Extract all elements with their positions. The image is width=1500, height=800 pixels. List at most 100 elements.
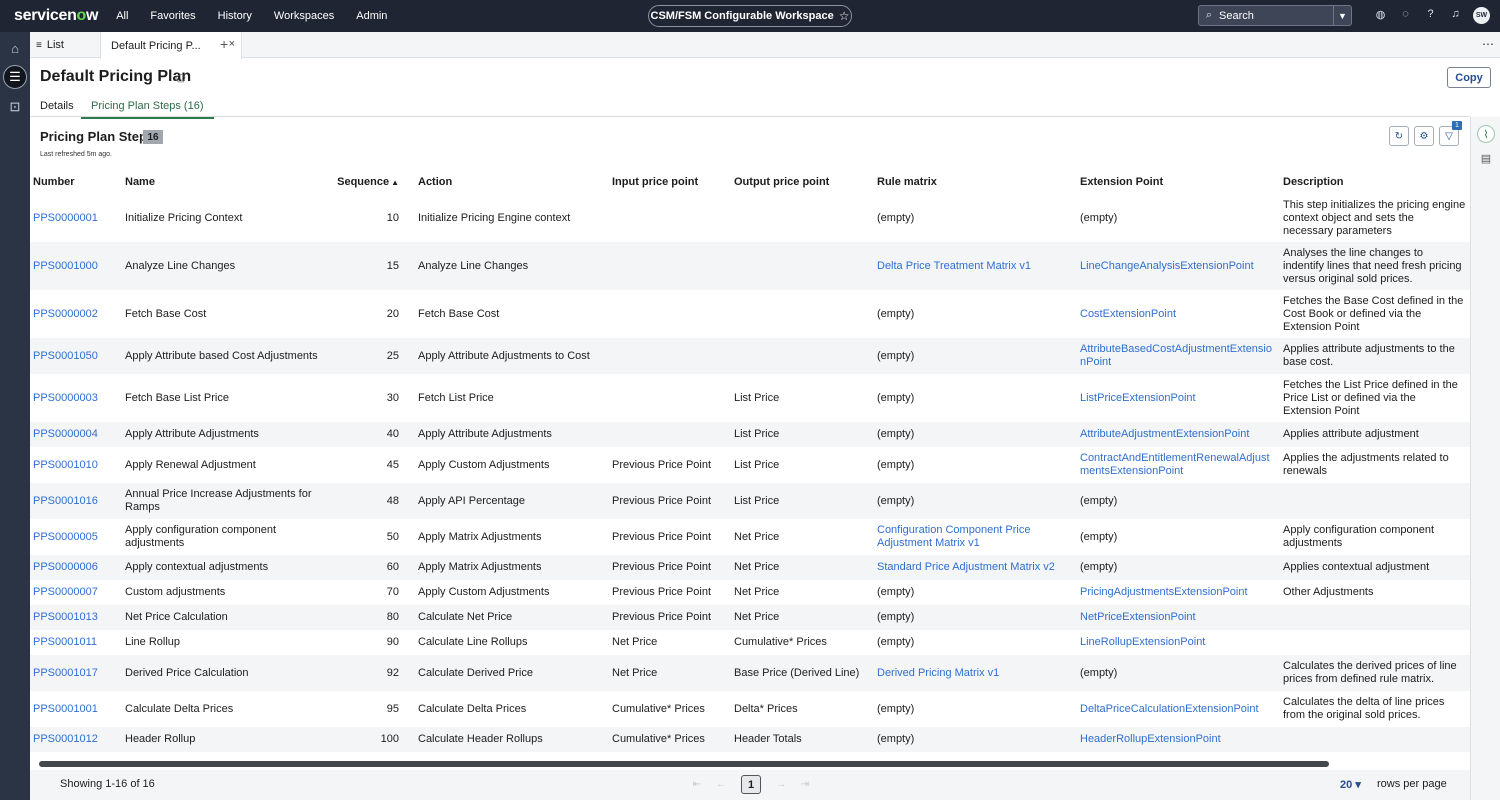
cell-extension-point: (empty) bbox=[1080, 530, 1118, 543]
cell-extension-point-link[interactable]: ListPriceExtensionPoint bbox=[1080, 392, 1196, 404]
col-action[interactable]: Action bbox=[415, 170, 609, 194]
chat-icon[interactable]: ◌ bbox=[1393, 8, 1418, 21]
cell-extension-point-link[interactable]: ContractAndEntitlementRenewalAdjustments… bbox=[1080, 452, 1270, 477]
cell-number-link[interactable]: PPS0000002 bbox=[33, 308, 98, 320]
col-output-price-point[interactable]: Output price point bbox=[731, 170, 874, 194]
table-row[interactable]: PPS0001050 Apply Attribute based Cost Adj… bbox=[30, 338, 1470, 374]
table-row[interactable]: PPS0001011 Line Rollup 90 Calculate Line Ro… bbox=[30, 630, 1470, 655]
cell-extension-point-link[interactable]: LineRollupExtensionPoint bbox=[1080, 636, 1205, 648]
next-page-icon[interactable]: → bbox=[769, 779, 793, 790]
table-row[interactable]: PPS0000002 Fetch Base Cost 20 Fetch Base Co… bbox=[30, 290, 1470, 338]
col-number[interactable]: Number bbox=[30, 170, 122, 194]
cell-extension-point-link[interactable]: HeaderRollupExtensionPoint bbox=[1080, 733, 1221, 745]
cell-number-link[interactable]: PPS0001017 bbox=[33, 667, 98, 679]
table-row[interactable]: PPS0000007 Custom adjustments 70 Apply Cust… bbox=[30, 580, 1470, 605]
cell-number-link[interactable]: PPS0000004 bbox=[33, 428, 98, 440]
cell-extension-point-link[interactable]: CostExtensionPoint bbox=[1080, 308, 1176, 320]
cell-description: Calculates the derived prices of line pr… bbox=[1280, 655, 1470, 691]
table-row[interactable]: PPS0000003 Fetch Base List Price 30 Fetch L… bbox=[30, 374, 1470, 422]
cell-rule-matrix-link[interactable]: Configuration Component Price Adjustment… bbox=[877, 524, 1030, 549]
cell-number-link[interactable]: PPS0001013 bbox=[33, 611, 98, 623]
last-page-icon[interactable]: ⇥ bbox=[793, 779, 817, 790]
cell-number-link[interactable]: PPS0001050 bbox=[33, 350, 98, 362]
settings-button[interactable]: ⚙ bbox=[1414, 126, 1434, 146]
cell-number-link[interactable]: PPS0001012 bbox=[33, 733, 98, 745]
cell-number-link[interactable]: PPS0001010 bbox=[33, 459, 98, 471]
more-icon[interactable]: ⋯ bbox=[1482, 37, 1494, 51]
tab-details[interactable]: Details bbox=[40, 100, 74, 112]
cell-number-link[interactable]: PPS0000007 bbox=[33, 586, 98, 598]
chevron-down-icon[interactable]: ▼ bbox=[1333, 6, 1351, 25]
global-search[interactable]: ⌕ Search ▼ bbox=[1198, 5, 1352, 26]
search-input[interactable]: Search bbox=[1219, 10, 1333, 22]
refresh-button[interactable]: ↻ bbox=[1389, 126, 1409, 146]
cell-number-link[interactable]: PPS0000006 bbox=[33, 561, 98, 573]
home-icon[interactable]: ⌂ bbox=[3, 36, 27, 60]
cell-rule-matrix-link[interactable]: Delta Price Treatment Matrix v1 bbox=[877, 260, 1031, 272]
table-row[interactable]: PPS0000006 Apply contextual adjustments 60… bbox=[30, 555, 1470, 580]
cell-extension-point-link[interactable]: NetPriceExtensionPoint bbox=[1080, 611, 1196, 623]
cell-number-link[interactable]: PPS0001011 bbox=[33, 636, 97, 648]
nav-all[interactable]: All bbox=[116, 10, 128, 22]
nav-workspaces[interactable]: Workspaces bbox=[274, 10, 334, 22]
table-row[interactable]: PPS0001000 Analyze Line Changes 15 Analyze … bbox=[30, 242, 1470, 290]
help-icon[interactable]: ? bbox=[1418, 8, 1443, 21]
document-icon[interactable]: ▤ bbox=[1477, 149, 1495, 167]
table-row[interactable]: PPS0001010 Apply Renewal Adjustment 45 Appl… bbox=[30, 447, 1470, 483]
table-row[interactable]: PPS0001012 Header Rollup 100 Calculate Head… bbox=[30, 727, 1470, 752]
nav-history[interactable]: History bbox=[218, 10, 252, 22]
copy-button[interactable]: Copy bbox=[1447, 67, 1491, 88]
tag-icon[interactable]: ⬠ bbox=[176, 72, 186, 85]
cell-rule-matrix-link[interactable]: Derived Pricing Matrix v1 bbox=[877, 667, 999, 679]
servicenow-logo[interactable]: servicenow bbox=[14, 7, 98, 25]
prev-page-icon[interactable]: ← bbox=[709, 779, 733, 790]
col-sequence[interactable]: Sequence ▲ bbox=[325, 170, 415, 194]
cell-extension-point-link[interactable]: LineChangeAnalysisExtensionPoint bbox=[1080, 260, 1254, 272]
cell-number-link[interactable]: PPS0000003 bbox=[33, 392, 98, 404]
col-name[interactable]: Name bbox=[122, 170, 325, 194]
cell-number-link[interactable]: PPS0000005 bbox=[33, 531, 98, 543]
col-description[interactable]: Description bbox=[1280, 170, 1470, 194]
table-row[interactable]: PPS0001013 Net Price Calculation 80 Calcula… bbox=[30, 605, 1470, 630]
cell-number-link[interactable]: PPS0000001 bbox=[33, 212, 98, 224]
table-row[interactable]: PPS0001001 Calculate Delta Prices 95 Calcul… bbox=[30, 691, 1470, 727]
table-row[interactable]: PPS0000004 Apply Attribute Adjustments 40 A… bbox=[30, 422, 1470, 447]
cell-number-link[interactable]: PPS0001016 bbox=[33, 495, 98, 507]
paperclip-icon[interactable]: ⌇ bbox=[1477, 125, 1495, 143]
table-row[interactable]: PPS0000005 Apply configuration component … bbox=[30, 519, 1470, 555]
rows-per-page-select[interactable]: 20 ▾ bbox=[1340, 778, 1361, 791]
nav-admin[interactable]: Admin bbox=[356, 10, 387, 22]
close-icon[interactable]: × bbox=[229, 38, 235, 50]
workspace-pill[interactable]: CSM/FSM Configurable Workspace ☆ bbox=[648, 5, 852, 27]
cell-extension-point-link[interactable]: PricingAdjustmentsExtensionPoint bbox=[1080, 586, 1248, 598]
tab-list[interactable]: ≡ List bbox=[36, 32, 64, 58]
list-title: Pricing Plan Steps bbox=[40, 129, 155, 144]
cell-number-link[interactable]: PPS0001000 bbox=[33, 260, 98, 272]
star-icon[interactable]: ☆ bbox=[839, 9, 850, 23]
inbox-icon[interactable]: ⊡ bbox=[3, 95, 27, 119]
cell-extension-point-link[interactable]: AttributeBasedCostAdjustmentExtensionPoi… bbox=[1080, 343, 1272, 368]
page-number[interactable]: 1 bbox=[741, 775, 761, 794]
bell-icon[interactable]: ♫ bbox=[1443, 8, 1468, 21]
scrollbar-thumb[interactable] bbox=[39, 761, 1329, 767]
cell-sequence: 95 bbox=[386, 702, 399, 715]
nav-favorites[interactable]: Favorites bbox=[150, 10, 195, 22]
col-rule-matrix[interactable]: Rule matrix bbox=[874, 170, 1077, 194]
cell-extension-point: (empty) bbox=[1077, 483, 1280, 519]
add-tab-icon[interactable]: + bbox=[220, 36, 228, 52]
cell-rule-matrix-link[interactable]: Standard Price Adjustment Matrix v2 bbox=[877, 561, 1055, 573]
cell-extension-point-link[interactable]: AttributeAdjustmentExtensionPoint bbox=[1080, 428, 1249, 440]
globe-icon[interactable]: ◍ bbox=[1368, 8, 1393, 21]
first-page-icon[interactable]: ⇤ bbox=[685, 779, 709, 790]
table-row[interactable]: PPS0001016 Annual Price Increase Adjustme… bbox=[30, 483, 1470, 519]
col-extension-point[interactable]: Extension Point bbox=[1077, 170, 1280, 194]
cell-extension-point-link[interactable]: DeltaPriceCalculationExtensionPoint bbox=[1080, 703, 1259, 715]
table-row[interactable]: PPS0000001 Initialize Pricing Context 10 In… bbox=[30, 194, 1470, 242]
horizontal-scrollbar[interactable] bbox=[30, 760, 1470, 770]
list-icon[interactable]: ☰ bbox=[3, 65, 27, 89]
tab-pricing-plan-steps[interactable]: Pricing Plan Steps (16) bbox=[81, 100, 214, 119]
col-input-price-point[interactable]: Input price point bbox=[609, 170, 731, 194]
cell-number-link[interactable]: PPS0001001 bbox=[33, 703, 98, 715]
table-row[interactable]: PPS0001017 Derived Price Calculation 92 Cal… bbox=[30, 655, 1470, 691]
avatar[interactable]: SW bbox=[1473, 7, 1490, 24]
